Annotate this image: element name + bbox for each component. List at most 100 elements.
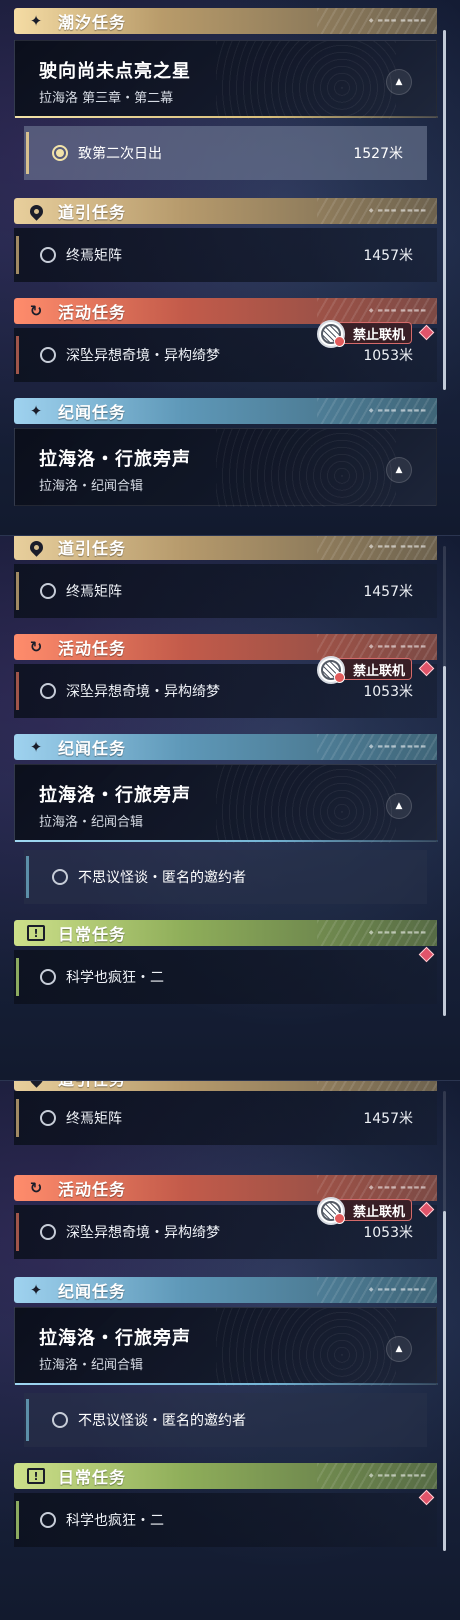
quest-step[interactable]: 不思议怪谈・匿名的邀约者: [24, 850, 427, 904]
quest-title: 驶向尚未点亮之星: [39, 61, 191, 82]
radio-icon[interactable]: [40, 247, 56, 263]
category-header-daily[interactable]: ! 日常任务 ◆ ▬▬▬ ▬▬▬▬: [14, 920, 437, 946]
quest-title: 拉海洛・行旅旁声: [39, 449, 191, 470]
quest-step[interactable]: 不思议怪谈・匿名的邀约者: [24, 1393, 427, 1447]
header-decoration: ◆ ▬▬▬ ▬▬▬▬: [368, 17, 427, 24]
quest-card-chronicle[interactable]: 拉海洛・行旅旁声 拉海洛・纪闻合辑 ▲: [14, 1307, 438, 1386]
no-coop-badge: 禁止联机: [316, 1197, 412, 1225]
chevron-up-icon[interactable]: ▲: [386, 457, 412, 483]
quest-title: 拉海洛・行旅旁声: [39, 785, 191, 806]
map-pin-icon: [14, 1081, 58, 1091]
sparkle-icon: ✦: [29, 738, 43, 756]
row-bar: [16, 236, 19, 274]
no-coop-icon: [316, 1197, 345, 1225]
category-label: 纪闻任务: [58, 403, 127, 422]
radio-icon[interactable]: [40, 1110, 56, 1126]
quest-row-guide[interactable]: 终焉矩阵 1457米: [14, 564, 437, 618]
alert-icon: !: [14, 1463, 58, 1489]
step-bar: [26, 1399, 29, 1441]
row-bar: [16, 572, 19, 610]
header-decoration: ◆ ▬▬▬ ▬▬▬▬: [368, 1472, 427, 1479]
scrollbar[interactable]: [443, 30, 446, 390]
category-header-guide[interactable]: 道引任务 ◆ ▬▬▬ ▬▬▬▬: [14, 536, 437, 560]
category-header-guide[interactable]: 道引任务 ◆ ▬▬▬ ▬▬▬▬: [14, 198, 437, 224]
quest-row-daily[interactable]: 科学也疯狂・二: [14, 950, 437, 1004]
chevron-up-icon[interactable]: ▲: [386, 69, 412, 95]
badge-label: 禁止联机: [352, 1204, 405, 1220]
row-bar: [16, 1501, 19, 1539]
scrollbar[interactable]: [443, 666, 446, 1016]
quest-panel-1: ✦ 潮汐任务 ◆ ▬▬▬ ▬▬▬▬ 驶向尚未点亮之星 拉海洛 第三章・第二幕 ▲…: [0, 0, 460, 535]
header-decoration: ◆ ▬▬▬ ▬▬▬▬: [368, 543, 427, 550]
category-header-guide[interactable]: 道引任务: [14, 1081, 437, 1091]
header-decoration: ◆ ▬▬▬ ▬▬▬▬: [368, 1184, 427, 1191]
quest-name: 终焉矩阵: [66, 1111, 122, 1127]
quest-panel-2: 道引任务 ◆ ▬▬▬ ▬▬▬▬ 终焉矩阵 1457米 ↻ 活动任务 ◆ ▬▬▬ …: [0, 535, 460, 1080]
quest-card-tide[interactable]: 驶向尚未点亮之星 拉海洛 第三章・第二幕 ▲: [14, 40, 438, 119]
chevron-up-icon[interactable]: ▲: [386, 793, 412, 819]
radio-selected-icon[interactable]: [52, 145, 68, 161]
quest-title: 拉海洛・行旅旁声: [39, 1328, 191, 1349]
quest-card-chronicle[interactable]: 拉海洛・行旅旁声 拉海洛・纪闻合辑 ▲: [14, 764, 438, 843]
card-underline: [15, 1383, 438, 1385]
category-header-chronicle[interactable]: ✦ 纪闻任务 ◆ ▬▬▬ ▬▬▬▬: [14, 734, 437, 760]
no-coop-icon: [316, 320, 345, 348]
radio-icon[interactable]: [40, 1224, 56, 1240]
category-header-event[interactable]: ↻ 活动任务 ◆ ▬▬▬ ▬▬▬▬: [14, 634, 437, 660]
alert-icon: !: [14, 920, 58, 946]
quest-row-guide[interactable]: 终焉矩阵 1457米: [14, 228, 437, 282]
sparkle-icon: ✦: [29, 402, 43, 420]
category-header-daily[interactable]: ! 日常任务 ◆ ▬▬▬ ▬▬▬▬: [14, 1463, 437, 1489]
quest-row-daily[interactable]: 科学也疯狂・二: [14, 1493, 437, 1547]
radio-icon[interactable]: [40, 583, 56, 599]
step-bar: [26, 132, 29, 174]
category-header-chronicle[interactable]: ✦ 纪闻任务 ◆ ▬▬▬ ▬▬▬▬: [14, 1277, 437, 1303]
header-decoration: ◆ ▬▬▬ ▬▬▬▬: [368, 643, 427, 650]
quest-name: 科学也疯狂・二: [66, 1513, 164, 1529]
quest-name: 深坠异想奇境・异构绮梦: [66, 1225, 220, 1241]
topo-pattern: [216, 429, 396, 507]
category-header-tide[interactable]: ✦ 潮汐任务 ◆ ▬▬▬ ▬▬▬▬: [14, 8, 437, 34]
header-decoration: ◆ ▬▬▬ ▬▬▬▬: [368, 743, 427, 750]
card-underline: [15, 116, 438, 118]
quest-row-guide[interactable]: 终焉矩阵 1457米: [14, 1091, 437, 1145]
radio-icon[interactable]: [52, 1412, 68, 1428]
quest-subtitle: 拉海洛・纪闻合辑: [39, 1358, 144, 1373]
map-pin-icon: [14, 198, 58, 224]
category-header-chronicle[interactable]: ✦ 纪闻任务 ◆ ▬▬▬ ▬▬▬▬: [14, 398, 437, 424]
chevron-up-icon[interactable]: ▲: [386, 1336, 412, 1362]
step-label: 致第二次日出: [78, 146, 162, 162]
header-decoration: ◆ ▬▬▬ ▬▬▬▬: [368, 1286, 427, 1293]
sparkle-icon: ✦: [29, 1281, 43, 1299]
category-label: 活动任务: [58, 303, 127, 322]
quest-panel-3: 道引任务 终焉矩阵 1457米 ↻ 活动任务 ◆ ▬▬▬ ▬▬▬▬ 深坠异想奇境…: [0, 1080, 460, 1620]
quest-name: 终焉矩阵: [66, 584, 122, 600]
radio-icon[interactable]: [40, 969, 56, 985]
quest-name: 终焉矩阵: [66, 248, 122, 264]
radio-icon[interactable]: [52, 869, 68, 885]
radio-icon[interactable]: [40, 683, 56, 699]
topo-pattern: [216, 1308, 396, 1386]
radio-icon[interactable]: [40, 1512, 56, 1528]
category-header-event[interactable]: ↻ 活动任务 ◆ ▬▬▬ ▬▬▬▬: [14, 1175, 437, 1201]
category-header-event[interactable]: ↻ 活动任务 ◆ ▬▬▬ ▬▬▬▬: [14, 298, 437, 324]
scrollbar[interactable]: [443, 1211, 446, 1551]
quest-card-chronicle[interactable]: 拉海洛・行旅旁声 拉海洛・纪闻合辑 ▲: [14, 428, 437, 507]
quest-distance: 1053米: [363, 1225, 413, 1241]
category-label: 道引任务: [58, 203, 127, 222]
category-label: 道引任务: [58, 539, 127, 558]
row-bar: [16, 958, 19, 996]
header-decoration: ◆ ▬▬▬ ▬▬▬▬: [368, 929, 427, 936]
topo-pattern: [216, 765, 396, 843]
quest-subtitle: 拉海洛・纪闻合辑: [39, 479, 144, 494]
radio-icon[interactable]: [40, 347, 56, 363]
category-label: 活动任务: [58, 1180, 127, 1199]
quest-distance: 1053米: [363, 684, 413, 700]
category-label: 纪闻任务: [58, 739, 127, 758]
row-bar: [16, 1213, 19, 1251]
quest-step-tracked[interactable]: 致第二次日出 1527米: [24, 126, 427, 180]
step-label: 不思议怪谈・匿名的邀约者: [78, 1413, 246, 1429]
header-decoration: ◆ ▬▬▬ ▬▬▬▬: [368, 407, 427, 414]
cycle-icon: ↻: [29, 1179, 43, 1197]
category-label: 道引任务: [58, 1081, 126, 1090]
